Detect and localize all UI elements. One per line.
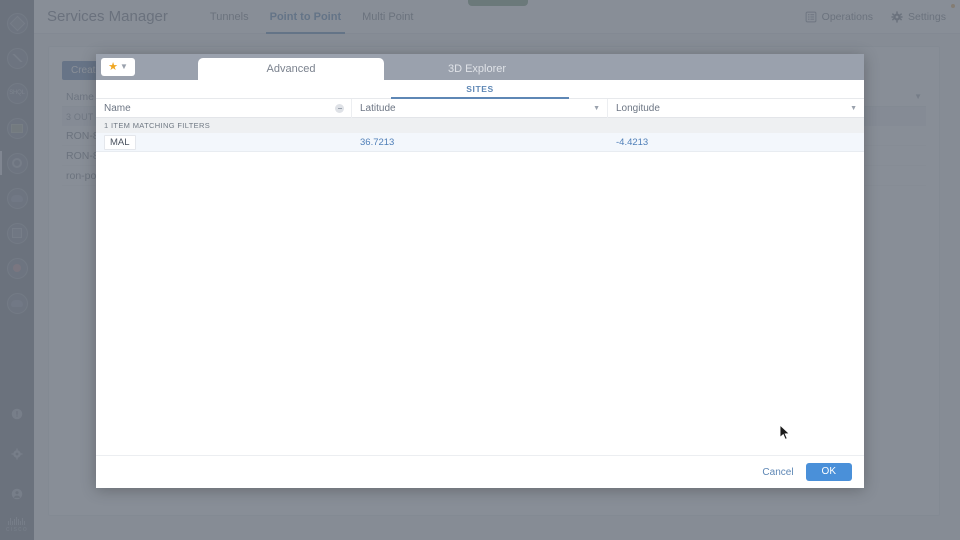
- grid-cell-latitude: 36.7213: [352, 133, 608, 152]
- clear-filter-icon[interactable]: [335, 103, 344, 113]
- dialog-tabbar: ★ ▼ Advanced 3D Explorer: [96, 54, 864, 80]
- grid-column-longitude[interactable]: Longitude ▼: [608, 99, 864, 118]
- cancel-button[interactable]: Cancel: [762, 467, 793, 478]
- tab-advanced[interactable]: Advanced: [198, 58, 384, 80]
- chevron-down-icon[interactable]: ▼: [850, 105, 857, 112]
- mouse-cursor: [779, 424, 791, 441]
- tab-3d-explorer[interactable]: 3D Explorer: [384, 58, 570, 80]
- subtab-sites[interactable]: SITES: [391, 79, 569, 99]
- dialog-subtabs: SITES: [96, 80, 864, 99]
- grid-column-name[interactable]: Name: [96, 99, 352, 118]
- latitude-value[interactable]: 36.7213: [360, 137, 394, 148]
- grid-column-latitude[interactable]: Latitude ▼: [352, 99, 608, 118]
- chevron-down-icon[interactable]: ▼: [593, 105, 600, 112]
- dialog-footer: Cancel OK: [96, 455, 864, 488]
- grid-row[interactable]: MAL 36.7213 -4.4213: [96, 133, 864, 152]
- grid-cell-longitude: -4.4213: [608, 133, 864, 152]
- grid-cell-name: MAL: [96, 133, 352, 152]
- grid-column-name-label: Name: [104, 102, 131, 114]
- grid-header-row: Name Latitude ▼ Longitude ▼: [96, 99, 864, 118]
- grid-column-longitude-label: Longitude: [616, 102, 660, 114]
- site-selector-dialog: ★ ▼ Advanced 3D Explorer SITES Name Lati…: [96, 54, 864, 488]
- longitude-value[interactable]: -4.4213: [616, 137, 648, 148]
- grid-column-latitude-label: Latitude: [360, 102, 396, 114]
- ok-button[interactable]: OK: [805, 463, 852, 481]
- favorites-dropdown[interactable]: ★ ▼: [101, 58, 135, 76]
- chevron-down-icon: ▼: [119, 62, 128, 71]
- dialog-body: Name Latitude ▼ Longitude ▼ 1 ITEM MATCH…: [96, 99, 864, 455]
- site-name-chip[interactable]: MAL: [104, 134, 136, 150]
- screen: SHQL: [0, 0, 960, 540]
- star-icon: ★: [108, 60, 118, 73]
- grid-filter-summary: 1 ITEM MATCHING FILTERS: [96, 118, 864, 133]
